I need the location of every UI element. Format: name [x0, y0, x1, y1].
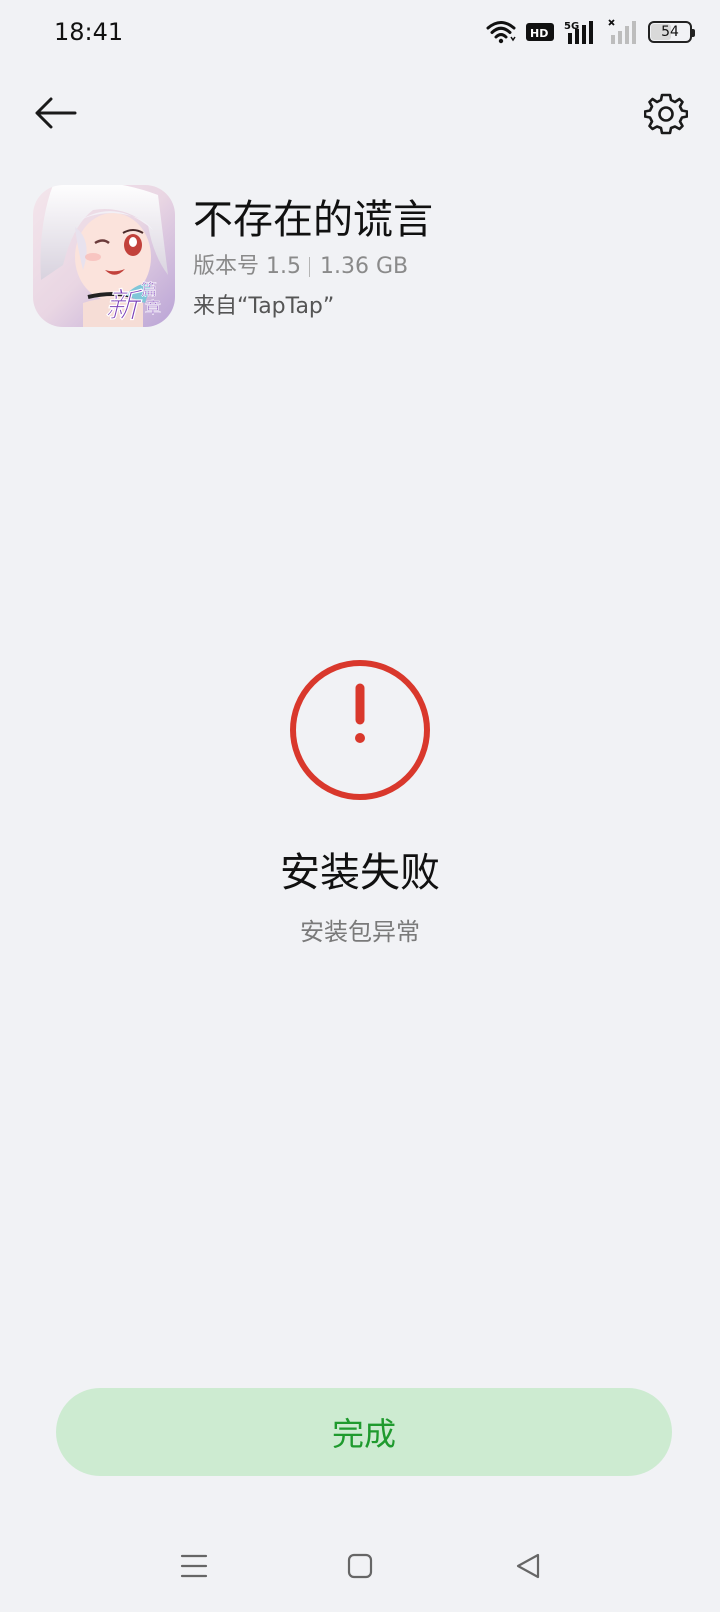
back-triangle-icon: [516, 1553, 540, 1579]
system-back-button[interactable]: [506, 1544, 550, 1588]
result-title: 安装失败: [280, 850, 440, 896]
back-button[interactable]: [30, 90, 80, 136]
app-version: 版本号 1.5: [193, 254, 301, 279]
gear-icon: [644, 93, 688, 135]
arrow-left-icon: [35, 97, 77, 129]
status-icons: HD 5G 54: [486, 18, 695, 46]
exclamation-circle-icon: [288, 658, 432, 802]
no-signal-icon: [608, 19, 638, 45]
battery-label: 54: [661, 24, 679, 40]
status-bar: 18:41 HD 5G 54: [0, 0, 720, 66]
svg-text:章: 章: [145, 298, 161, 317]
hd-label: HD: [530, 27, 548, 40]
wifi-icon: [486, 20, 516, 44]
battery-icon: 54: [648, 21, 695, 43]
system-nav-bar: [0, 1538, 720, 1598]
status-time: 18:41: [54, 18, 124, 46]
svg-text:篇: 篇: [141, 280, 157, 299]
app-icon: 新 篇 章: [33, 185, 175, 327]
meta-divider: [308, 257, 310, 277]
done-button[interactable]: 完成: [56, 1388, 672, 1476]
menu-icon: [180, 1554, 208, 1578]
settings-button[interactable]: [642, 90, 690, 138]
hd-icon: HD: [526, 22, 554, 42]
home-button[interactable]: [338, 1544, 382, 1588]
app-name: 不存在的谎言: [193, 197, 433, 243]
home-square-icon: [347, 1553, 373, 1579]
svg-text:新: 新: [105, 286, 144, 326]
5g-signal-icon: 5G: [564, 19, 598, 45]
menu-button[interactable]: [172, 1544, 216, 1588]
app-size: 1.36 GB: [319, 254, 409, 279]
app-source: 来自“TapTap”: [193, 294, 335, 319]
app-meta: 版本号 1.5 1.36 GB: [193, 252, 408, 282]
result-subtitle: 安装包异常: [300, 918, 420, 946]
